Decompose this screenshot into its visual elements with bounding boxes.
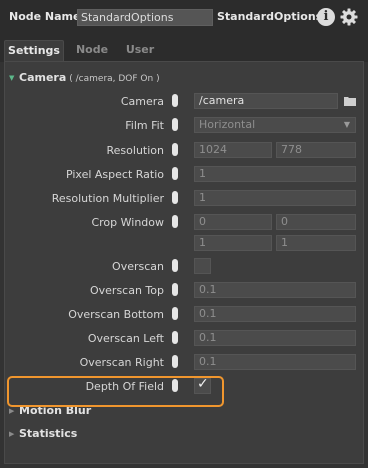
film-fit-enable-toggle[interactable] <box>172 118 178 131</box>
overscan-bottom-label: Overscan Bottom <box>68 308 164 321</box>
crop-window-max-x-field[interactable]: 1 <box>194 235 272 251</box>
resolution-label: Resolution <box>106 144 164 157</box>
highlight-box <box>7 376 224 407</box>
camera-section-header[interactable]: ▼ Camera( /camera, DOF On ) <box>9 71 160 84</box>
statistics-section-title: Statistics <box>19 427 78 440</box>
camera-section-summary: ( /camera, DOF On ) <box>69 74 160 84</box>
resolution-y-field[interactable]: 778 <box>276 142 356 158</box>
film-fit-label: Film Fit <box>125 119 164 132</box>
overscan-checkbox[interactable] <box>194 258 211 274</box>
resolution-multiplier-enable-toggle[interactable] <box>172 191 178 204</box>
crop-window-min-y-field[interactable]: 0 <box>276 214 356 230</box>
overscan-right-label: Overscan Right <box>79 356 164 369</box>
camera-section-title: Camera <box>19 71 67 84</box>
overscan-label: Overscan <box>112 260 164 273</box>
overscan-top-field[interactable]: 0.1 <box>194 282 356 298</box>
overscan-left-label: Overscan Left <box>87 332 164 345</box>
triangle-right-icon: ▶ <box>9 430 15 438</box>
overscan-left-enable-toggle[interactable] <box>172 331 178 344</box>
resolution-multiplier-field[interactable]: 1 <box>194 190 356 206</box>
overscan-left-field[interactable]: 0.1 <box>194 330 356 346</box>
triangle-down-icon: ▼ <box>9 74 15 82</box>
resolution-enable-toggle[interactable] <box>172 143 178 156</box>
overscan-right-enable-toggle[interactable] <box>172 355 178 368</box>
crop-window-label: Crop Window <box>91 216 164 229</box>
crop-window-enable-toggle[interactable] <box>172 215 178 228</box>
overscan-right-field[interactable]: 0.1 <box>194 354 356 370</box>
node-name-input[interactable]: StandardOptions <box>77 9 213 26</box>
crop-window-min-x-field[interactable]: 0 <box>194 214 272 230</box>
camera-path-field[interactable]: /camera <box>194 93 338 109</box>
film-fit-dropdown[interactable]: Horizontal ▼ <box>194 117 356 133</box>
film-fit-value: Horizontal <box>199 118 256 131</box>
overscan-bottom-field[interactable]: 0.1 <box>194 306 356 322</box>
node-type-label: StandardOptions <box>217 10 323 23</box>
tab-settings[interactable]: Settings <box>4 40 64 62</box>
overscan-enable-toggle[interactable] <box>172 259 178 272</box>
tab-bar: Settings Node User <box>0 36 368 62</box>
pixel-aspect-ratio-enable-toggle[interactable] <box>172 167 178 180</box>
tab-node[interactable]: Node <box>70 40 114 62</box>
gear-icon[interactable] <box>340 8 358 26</box>
resolution-multiplier-label: Resolution Multiplier <box>51 192 164 205</box>
camera-enable-toggle[interactable] <box>172 94 178 107</box>
chevron-down-icon: ▼ <box>343 120 350 129</box>
pixel-aspect-ratio-label: Pixel Aspect Ratio <box>65 168 164 181</box>
node-header: Node Name StandardOptions StandardOption… <box>0 0 368 36</box>
triangle-right-icon: ▶ <box>9 407 15 415</box>
overscan-top-label: Overscan Top <box>89 284 164 297</box>
node-name-label: Node Name <box>9 10 81 23</box>
statistics-section-header[interactable]: ▶ Statistics <box>9 427 77 440</box>
overscan-bottom-enable-toggle[interactable] <box>172 307 178 320</box>
folder-icon[interactable] <box>344 96 356 106</box>
resolution-x-field[interactable]: 1024 <box>194 142 272 158</box>
pixel-aspect-ratio-field[interactable]: 1 <box>194 166 356 182</box>
camera-label: Camera <box>120 95 164 108</box>
info-icon[interactable]: i <box>317 8 335 26</box>
tab-user[interactable]: User <box>120 40 160 62</box>
overscan-top-enable-toggle[interactable] <box>172 283 178 296</box>
crop-window-max-y-field[interactable]: 1 <box>276 235 356 251</box>
